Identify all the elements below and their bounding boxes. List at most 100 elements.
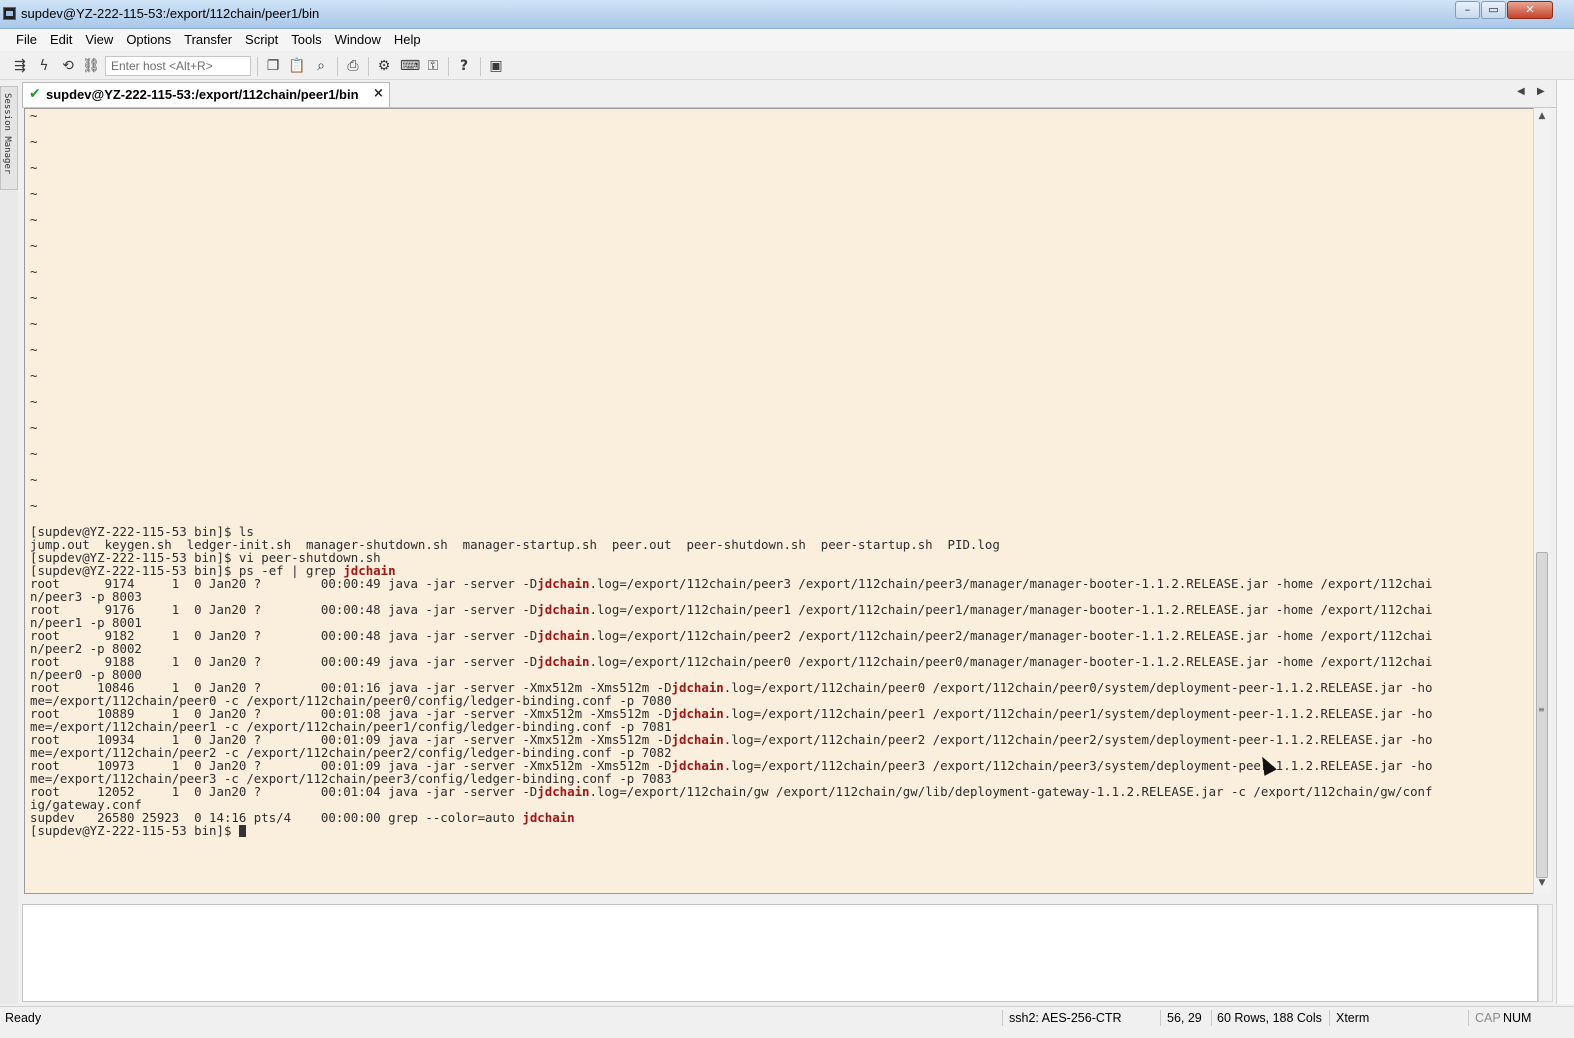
session-tab[interactable]: ✔ supdev@YZ-222-115-53:/export/112chain/… — [22, 82, 390, 107]
status-bar: Ready ssh2: AES-256-CTR 56, 29 60 Rows, … — [0, 1006, 1574, 1029]
terminal-scrollbar[interactable]: ▲ ≡ ▼ — [1533, 108, 1550, 894]
vi-empty-line: ~ — [30, 342, 38, 357]
toolbar-separator — [257, 57, 258, 76]
vi-empty-line: ~ — [30, 290, 38, 305]
menu-tools[interactable]: Tools — [284, 29, 327, 51]
paste-icon[interactable]: 📋 — [288, 57, 306, 75]
toolbar-separator — [480, 57, 481, 76]
title-bar: supdev@YZ-222-115-53:/export/112chain/pe… — [0, 0, 1574, 29]
terminal-line: root 9174 1 0 Jan20 ? 00:00:49 java -jar… — [30, 576, 1433, 591]
menu-edit[interactable]: Edit — [43, 29, 78, 51]
help-icon[interactable]: ? — [455, 57, 473, 75]
vi-empty-line: ~ — [30, 212, 38, 227]
grep-match-highlight: jdchain — [671, 758, 724, 773]
menu-transfer[interactable]: Transfer — [177, 29, 238, 51]
terminal-output: ~ ~ ~ ~ ~ ~ ~ ~ ~ ~ ~ ~ ~ ~ ~ ~ [supdev@YZ-222-115-53 bi… — [30, 109, 1432, 837]
terminal-cursor — [238, 825, 246, 837]
tab-next-icon[interactable]: ▶ — [1537, 86, 1545, 97]
grep-match-highlight: jdchain — [671, 732, 724, 747]
grep-match-highlight: jdchain — [671, 680, 724, 695]
status-num: NUM — [1503, 1011, 1532, 1025]
grep-match-highlight: jdchain — [537, 784, 590, 799]
close-button[interactable]: ✕ — [1507, 1, 1553, 19]
vi-empty-line: ~ — [30, 134, 38, 149]
menu-help[interactable]: Help — [387, 29, 427, 51]
terminal-line: supdev 26580 25923 0 14:16 pts/4 00:00:0… — [30, 810, 575, 825]
grep-match-highlight: jdchain — [537, 654, 590, 669]
vi-empty-line: ~ — [30, 498, 38, 513]
vi-empty-line: ~ — [30, 186, 38, 201]
window-title: supdev@YZ-222-115-53:/export/112chain/pe… — [21, 6, 320, 21]
status-separator — [1211, 1010, 1212, 1026]
reconnect-icon[interactable]: ⟲ — [59, 57, 77, 75]
menu-window[interactable]: Window — [328, 29, 387, 51]
vi-empty-line: ~ — [30, 394, 38, 409]
menu-file[interactable]: File — [9, 29, 43, 51]
copy-icon[interactable]: ❐ — [264, 57, 282, 75]
disconnect-icon[interactable]: ⛓ — [82, 57, 100, 75]
grep-match-highlight: jdchain — [537, 576, 590, 591]
tab-close-icon[interactable]: × — [373, 86, 384, 101]
grep-match-highlight: jdchain — [522, 810, 575, 825]
session-manager-label: Session Manager — [2, 93, 12, 175]
settings-icon[interactable]: ⚙ — [375, 57, 393, 75]
menu-bar: File Edit View Options Transfer Script Tools Wi… — [0, 29, 1574, 51]
find-icon[interactable]: ⌕ — [312, 57, 330, 75]
command-window-scrollbar[interactable] — [1538, 904, 1553, 1002]
terminal-line: [supdev@YZ-222-115-53 bin]$ — [30, 824, 1432, 837]
minimize-button[interactable]: – — [1455, 1, 1480, 19]
maximize-button[interactable]: ▭ — [1481, 1, 1506, 19]
status-cursor-position: 56, 29 — [1167, 1011, 1202, 1025]
vi-empty-line: ~ — [30, 264, 38, 279]
vi-empty-line: ~ — [30, 446, 38, 461]
scroll-up-icon[interactable]: ▲ — [1537, 111, 1547, 121]
terminal-line: root 12052 1 0 Jan20 ? 00:01:04 java -ja… — [30, 784, 1433, 799]
vi-empty-line: ~ — [30, 160, 38, 175]
host-input[interactable] — [105, 56, 251, 76]
key-agent-icon[interactable]: ⚿ — [424, 57, 442, 75]
vi-empty-line: ~ — [30, 368, 38, 383]
vi-empty-line: ~ — [30, 472, 38, 487]
toolbar-separator — [337, 57, 338, 76]
toolbar-separator — [448, 57, 449, 76]
status-ready: Ready — [5, 1011, 42, 1025]
status-terminal-size: 60 Rows, 188 Cols — [1217, 1011, 1322, 1025]
vi-empty-line: ~ — [30, 108, 38, 123]
grep-match-highlight: jdchain — [537, 628, 590, 643]
connected-check-icon: ✔ — [29, 86, 41, 102]
scroll-down-icon[interactable]: ▼ — [1537, 878, 1547, 888]
print-icon[interactable]: ⎙ — [344, 57, 362, 75]
app-icon[interactable] — [3, 7, 16, 20]
session-manager-tab[interactable]: Session Manager — [0, 86, 18, 190]
connect-icon[interactable]: ⇶ — [11, 57, 29, 75]
tab-prev-icon[interactable]: ◀ — [1517, 86, 1525, 97]
status-caps: CAP — [1475, 1011, 1501, 1025]
toolbar-separator — [368, 57, 369, 76]
right-dock — [1556, 80, 1574, 1004]
menu-options[interactable]: Options — [119, 29, 177, 51]
terminal-line: root 9188 1 0 Jan20 ? 00:00:49 java -jar… — [30, 654, 1433, 669]
menu-view[interactable]: View — [78, 29, 119, 51]
scroll-thumb[interactable]: ≡ — [1536, 552, 1548, 878]
status-separator — [1329, 1010, 1330, 1026]
quick-connect-icon[interactable]: ϟ — [35, 57, 53, 75]
left-dock — [0, 190, 18, 1004]
vi-empty-line: ~ — [30, 316, 38, 331]
status-separator — [1160, 1010, 1161, 1026]
status-protocol: ssh2: AES-256-CTR — [1009, 1011, 1122, 1025]
keymap-icon[interactable]: ⌨ — [400, 57, 420, 75]
scroll-grip-icon: ≡ — [1538, 705, 1545, 714]
grep-match-highlight: jdchain — [537, 602, 590, 617]
command-window[interactable] — [22, 904, 1538, 1002]
status-terminal-type: Xterm — [1336, 1011, 1370, 1025]
vi-empty-line: ~ — [30, 420, 38, 435]
terminal-line: root 9182 1 0 Jan20 ? 00:00:48 java -jar… — [30, 628, 1433, 643]
screenshot-icon[interactable]: ▣ — [487, 57, 505, 75]
menu-script[interactable]: Script — [238, 29, 284, 51]
vi-empty-line: ~ — [30, 238, 38, 253]
terminal-line: root 9176 1 0 Jan20 ? 00:00:48 java -jar… — [30, 602, 1433, 617]
session-tab-label: supdev@YZ-222-115-53:/export/112chain/pe… — [46, 87, 359, 102]
status-separator — [1468, 1010, 1469, 1026]
status-separator — [1002, 1010, 1003, 1026]
terminal-screen[interactable]: ~ ~ ~ ~ ~ ~ ~ ~ ~ ~ ~ ~ ~ ~ ~ ~ [supdev@YZ-222-115-53 bi… — [24, 108, 1534, 894]
